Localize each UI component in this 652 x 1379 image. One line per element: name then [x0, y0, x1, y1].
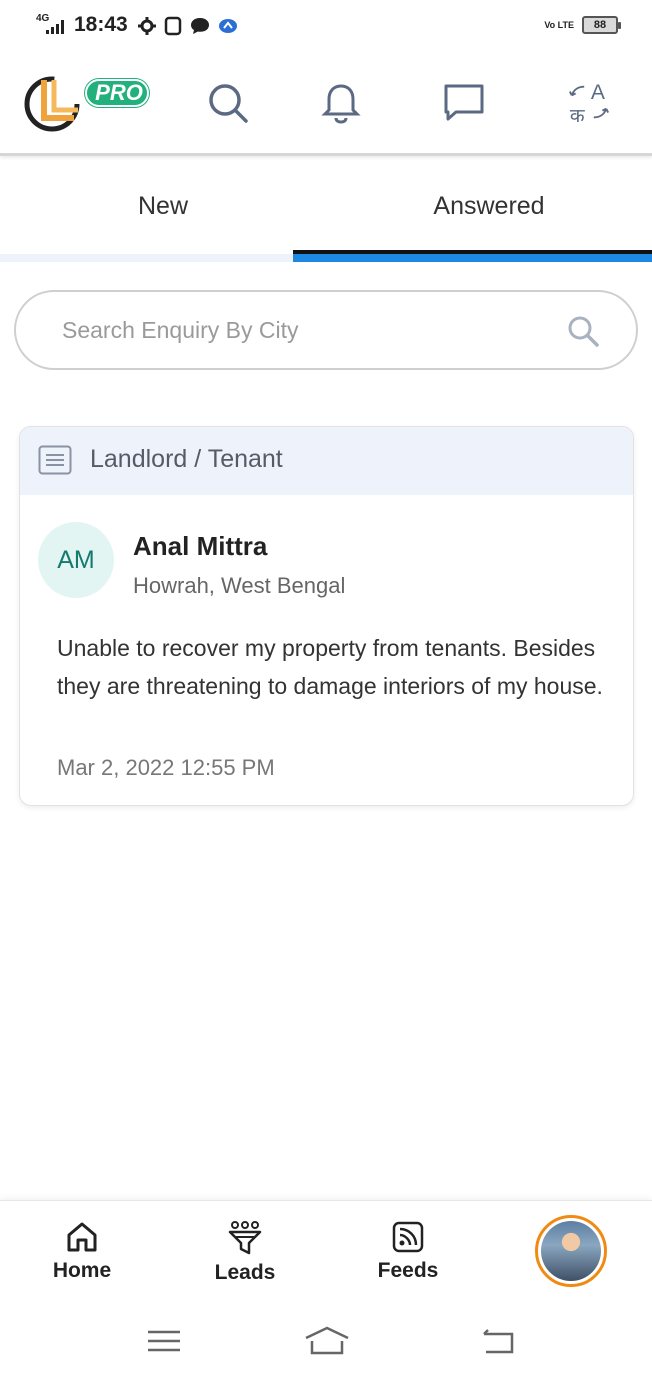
signal-icon: [46, 20, 64, 34]
document-icon: [38, 445, 72, 475]
nav-feeds[interactable]: Feeds: [353, 1221, 463, 1301]
enquiry-message: Unable to recover my property from tenan…: [57, 635, 603, 699]
svg-text:A: A: [591, 81, 606, 104]
bell-icon: [321, 84, 361, 124]
search-button[interactable]: [205, 80, 251, 126]
app-logo[interactable]: PRO: [22, 72, 152, 136]
enquiry-tabs: New Answered: [0, 158, 652, 264]
avatar-initials: AM: [57, 545, 95, 574]
city-search-input[interactable]: [62, 312, 542, 348]
funnel-icon: [228, 1221, 262, 1255]
nav-leads-label: Leads: [214, 1261, 276, 1284]
enquiry-category-header: Landlord / Tenant: [20, 427, 633, 495]
chat-icon: [444, 84, 484, 121]
bottom-navigation: Home Leads Feeds: [0, 1200, 652, 1304]
tab-track: [0, 254, 293, 262]
enquiry-card[interactable]: Landlord / Tenant AM Anal Mittra Howrah,…: [19, 426, 634, 806]
system-navigation-bar: [0, 1304, 652, 1379]
client-name: Anal Mittra: [133, 531, 268, 561]
enquiry-category: Landlord / Tenant: [90, 445, 283, 473]
nav-feeds-label: Feeds: [377, 1259, 439, 1282]
pro-badge: PRO: [95, 80, 143, 105]
messages-button[interactable]: [441, 80, 487, 126]
app-header: PRO A क: [0, 52, 652, 156]
language-button[interactable]: A क: [566, 80, 612, 127]
status-bar: 4G 18:43 Vo LTE 88: [0, 0, 652, 52]
active-tab-indicator: [293, 250, 652, 262]
city-search-box: [14, 290, 638, 370]
home-nav-icon[interactable]: [304, 1326, 350, 1356]
screenshot-icon: [164, 16, 182, 36]
message-icon: [191, 18, 209, 34]
nav-leads[interactable]: Leads: [190, 1221, 300, 1301]
home-icon: [67, 1222, 97, 1252]
search-icon: [209, 84, 248, 123]
volte-indicator: Vo LTE: [544, 19, 574, 30]
notifications-button[interactable]: [318, 80, 364, 126]
battery-level: 88: [593, 19, 607, 31]
nav-home[interactable]: Home: [27, 1221, 137, 1301]
search-icon[interactable]: [566, 314, 600, 348]
settings-icon: [138, 17, 156, 35]
client-location: Howrah, West Bengal: [133, 573, 346, 598]
svg-text:क: क: [570, 104, 585, 127]
tab-answered[interactable]: Answered: [326, 158, 652, 254]
enquiry-date: Mar 2, 2022 12:55 PM: [57, 755, 275, 780]
rss-icon: [392, 1221, 424, 1253]
translate-icon: A क: [568, 81, 610, 127]
back-icon[interactable]: [478, 1326, 518, 1356]
clock: 18:43: [74, 13, 128, 36]
tab-new[interactable]: New: [0, 158, 326, 254]
menu-icon[interactable]: [144, 1326, 184, 1356]
app-notification-icon: [219, 19, 237, 33]
nav-home-label: Home: [52, 1259, 112, 1282]
profile-photo: [541, 1221, 601, 1281]
battery-icon: 88: [582, 16, 621, 34]
profile-avatar[interactable]: [535, 1215, 607, 1287]
avatar: AM: [38, 522, 114, 598]
